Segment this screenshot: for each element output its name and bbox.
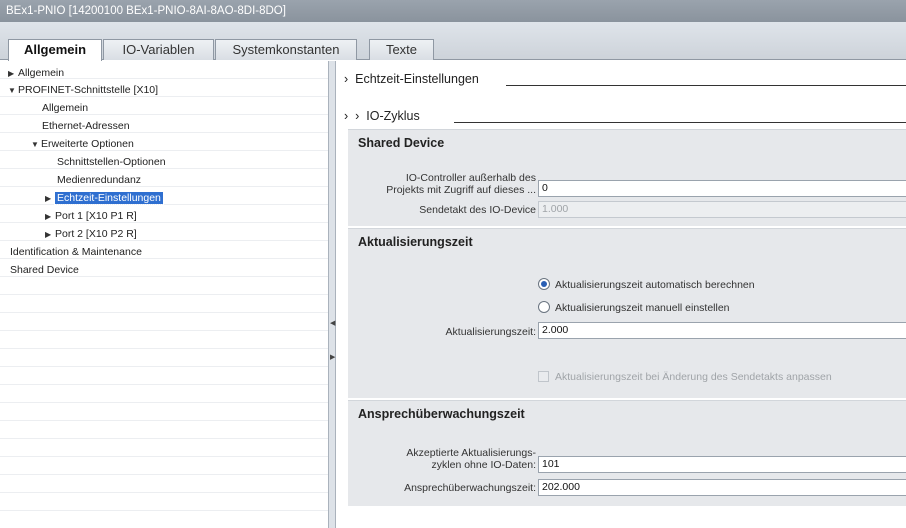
chevron-right-icon: › xyxy=(344,72,349,86)
tree-item-port-2[interactable]: ▶ Port 2 [X10 P2 R] xyxy=(45,225,137,243)
panel-title: Shared Device xyxy=(358,136,445,150)
tree-item-erweiterte-optionen[interactable]: ▼ Erweiterte Optionen xyxy=(31,135,134,153)
tree-item-schnittstellen-optionen[interactable]: Schnittstellen-Optionen xyxy=(57,153,166,171)
ansprechueberwachung-panel: Ansprechüberwachungszeit Akzeptierte Akt… xyxy=(348,400,906,506)
aktualisierungszeit-label: Aktualisierungszeit: xyxy=(445,326,536,338)
chevron-right-icon: › xyxy=(355,109,360,123)
tab-texte[interactable]: Texte xyxy=(369,39,434,60)
tab-io-variablen[interactable]: IO-Variablen xyxy=(103,39,214,60)
shared-device-panel: Shared Device IO-Controller außerhalb de… xyxy=(348,129,906,226)
aktualisierungszeit-input[interactable]: 2.000 xyxy=(538,322,906,339)
radio-selected-icon[interactable] xyxy=(538,278,550,291)
section-echtzeit-einstellungen[interactable]: › Echtzeit-Einstellungen xyxy=(344,69,479,89)
navigation-tree: ▶ Allgemein ▼ PROFINET-Schnittstelle [X10]… xyxy=(0,61,328,528)
section-divider xyxy=(454,122,906,123)
aktualisierungszeit-panel: Aktualisierungszeit Aktualisierungszeit … xyxy=(348,228,906,398)
section-divider xyxy=(506,85,906,86)
tree-item-profinet-interface[interactable]: ▼ PROFINET-Schnittstelle [X10] xyxy=(8,81,158,99)
window-title: BEx1-PNIO [14200100 BEx1-PNIO-8AI-8AO-8D… xyxy=(0,0,906,22)
checkbox-icon xyxy=(538,370,549,382)
tab-allgemein[interactable]: Allgemein xyxy=(8,39,102,61)
collapse-arrow-icon[interactable]: ▼ xyxy=(31,136,41,154)
expand-right-icon[interactable]: ▶ xyxy=(330,353,335,361)
chevron-right-icon: › xyxy=(344,109,349,123)
tab-systemkonstanten[interactable]: Systemkonstanten xyxy=(215,39,357,60)
properties-content: › Echtzeit-Einstellungen › › IO-Zyklus S… xyxy=(336,61,906,528)
tree-item-ethernet-adressen[interactable]: Ethernet-Adressen xyxy=(42,117,130,135)
tree-item-echtzeit-einstellungen[interactable]: ▶ Echtzeit-Einstellungen xyxy=(45,189,164,208)
sendetakt-input: 1.000 xyxy=(538,201,906,218)
tree-item-identification-maintenance[interactable]: Identification & Maintenance xyxy=(10,243,142,261)
tree-item-shared-device[interactable]: Shared Device xyxy=(10,261,79,279)
collapse-arrow-icon[interactable]: ▼ xyxy=(8,82,18,100)
radio-manual-set[interactable]: Aktualisierungszeit manuell einstellen xyxy=(538,300,730,316)
expand-arrow-icon[interactable]: ▶ xyxy=(45,190,55,208)
adapt-update-time-checkbox: Aktualisierungszeit bei Änderung des Sen… xyxy=(538,369,832,385)
accepted-cycles-label: Akzeptierte Aktualisierungs- zyklen ohne… xyxy=(406,447,536,471)
section-io-zyklus[interactable]: › › IO-Zyklus xyxy=(344,106,420,126)
tree-item-if-allgemein[interactable]: Allgemein xyxy=(42,99,88,117)
io-controller-label: IO-Controller außerhalb des Projekts mit… xyxy=(386,172,536,196)
panel-title: Ansprechüberwachungszeit xyxy=(358,407,525,421)
tab-bar: Allgemein IO-Variablen Systemkonstanten … xyxy=(0,22,906,61)
tree-item-allgemein[interactable]: ▶ Allgemein xyxy=(8,64,64,82)
panel-title: Aktualisierungszeit xyxy=(358,235,473,249)
expand-arrow-icon[interactable]: ▶ xyxy=(45,226,55,244)
radio-unselected-icon[interactable] xyxy=(538,301,550,314)
panel-splitter[interactable]: ◀ ▶ xyxy=(328,61,336,528)
tree-item-medienredundanz[interactable]: Medienredundanz xyxy=(57,171,141,189)
watchdog-time-label: Ansprechüberwachungszeit: xyxy=(404,482,536,494)
io-controller-count-input[interactable]: 0 xyxy=(538,180,906,197)
sendetakt-label: Sendetakt des IO-Device xyxy=(419,204,536,216)
collapse-left-icon[interactable]: ◀ xyxy=(330,319,335,327)
radio-auto-calc[interactable]: Aktualisierungszeit automatisch berechne… xyxy=(538,277,755,293)
watchdog-time-input[interactable]: 202.000 xyxy=(538,479,906,496)
tree-item-port-1[interactable]: ▶ Port 1 [X10 P1 R] xyxy=(45,207,137,225)
accepted-cycles-input[interactable]: 101 xyxy=(538,456,906,473)
expand-arrow-icon[interactable]: ▶ xyxy=(45,208,55,226)
